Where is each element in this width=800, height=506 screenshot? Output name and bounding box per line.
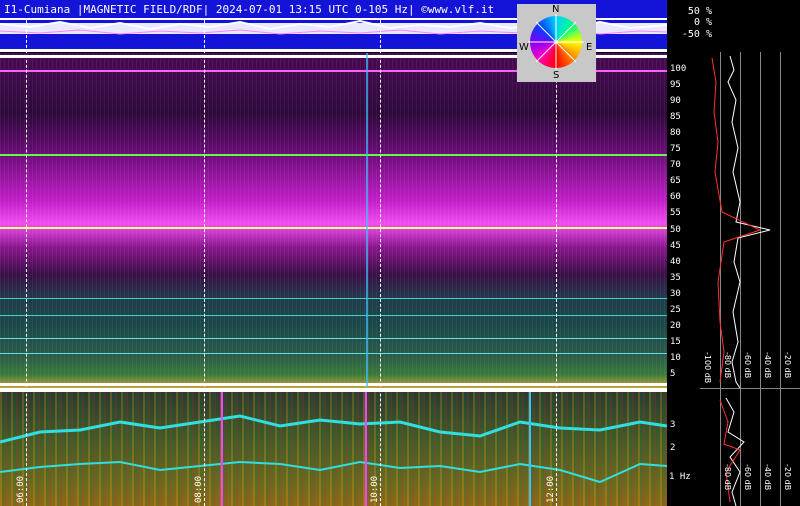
frequency-tick: 35 [670,272,681,283]
band-line [0,298,667,299]
frequency-tick: 15 [670,336,681,347]
db-label: -60 dB [743,352,752,379]
amplitude-scale: 50 % 0 % -50 % [668,0,718,52]
band-line [0,383,667,386]
frequency-tick: 80 [670,128,681,139]
db-label: -40 dB [763,464,772,491]
time-gridline [380,20,381,506]
frequency-tick: 55 [670,208,681,219]
spectrogram-streak [366,53,368,388]
frequency-tick: 75 [670,144,681,155]
time-label: 10:00 [370,475,380,503]
frequency-tick: 20 [670,320,681,331]
compass-south: S [553,70,560,81]
low-freq-tick: 2 [670,443,676,453]
db-label: -60 dB [743,464,752,491]
time-gridline [26,20,27,506]
band-line [0,338,667,339]
frequency-tick: 30 [670,288,681,299]
compass-north: N [552,4,560,15]
compass-west: W [519,42,529,53]
frequency-tick: 25 [670,304,681,315]
time-gridline [204,20,205,506]
frequency-tick: 65 [670,176,681,187]
db-label: -80 dB [723,464,732,491]
scale-label-minus-50: -50 % [681,29,712,40]
time-label: 12:00 [546,475,556,503]
frequency-tick: 70 [670,160,681,171]
frequency-tick: 90 [670,96,681,107]
frequency-tick: 5 [670,369,676,379]
compass-east: E [586,42,593,53]
spectrogram-page: I1-Cumiana |MAGNETIC FIELD/RDF| 2024-07-… [0,0,800,506]
db-label: -20 dB [783,464,792,491]
low-frequency-spectrogram [0,392,667,506]
frequency-tick: 60 [670,192,681,203]
db-label: -80 dB [723,352,732,379]
main-spectrogram [0,53,667,388]
time-label: 06:00 [16,475,26,503]
frequency-tick: 40 [670,256,681,267]
scale-label-50: 50 % [687,6,712,17]
frequency-tick: 45 [670,240,681,251]
band-line [0,353,667,354]
band-line [0,315,667,316]
db-label: -100 dB [703,352,712,384]
frequency-tick: 85 [670,112,681,123]
frequency-tick: 50 [670,224,681,235]
frequency-tick: 100 [670,64,687,74]
db-label: -40 dB [763,352,772,379]
db-label: -20 dB [783,352,792,379]
time-label: 08:00 [194,475,204,503]
band-line [0,154,667,156]
low-freq-tick: 1 Hz [669,472,691,482]
spectrum-profile-panel: -100 dB -80 dB -60 dB -40 dB -20 dB -80 dB -60… [700,52,800,506]
frequency-tick: 95 [670,80,681,91]
scale-label-0: 0 % [693,17,712,28]
page-title: I1-Cumiana |MAGNETIC FIELD/RDF| 2024-07-… [4,3,495,16]
mains-50hz-line [0,227,667,229]
time-gridline [556,20,557,506]
frequency-tick: 10 [670,352,681,363]
direction-compass: N E S W [517,4,596,82]
low-freq-tick: 3 [670,420,676,430]
